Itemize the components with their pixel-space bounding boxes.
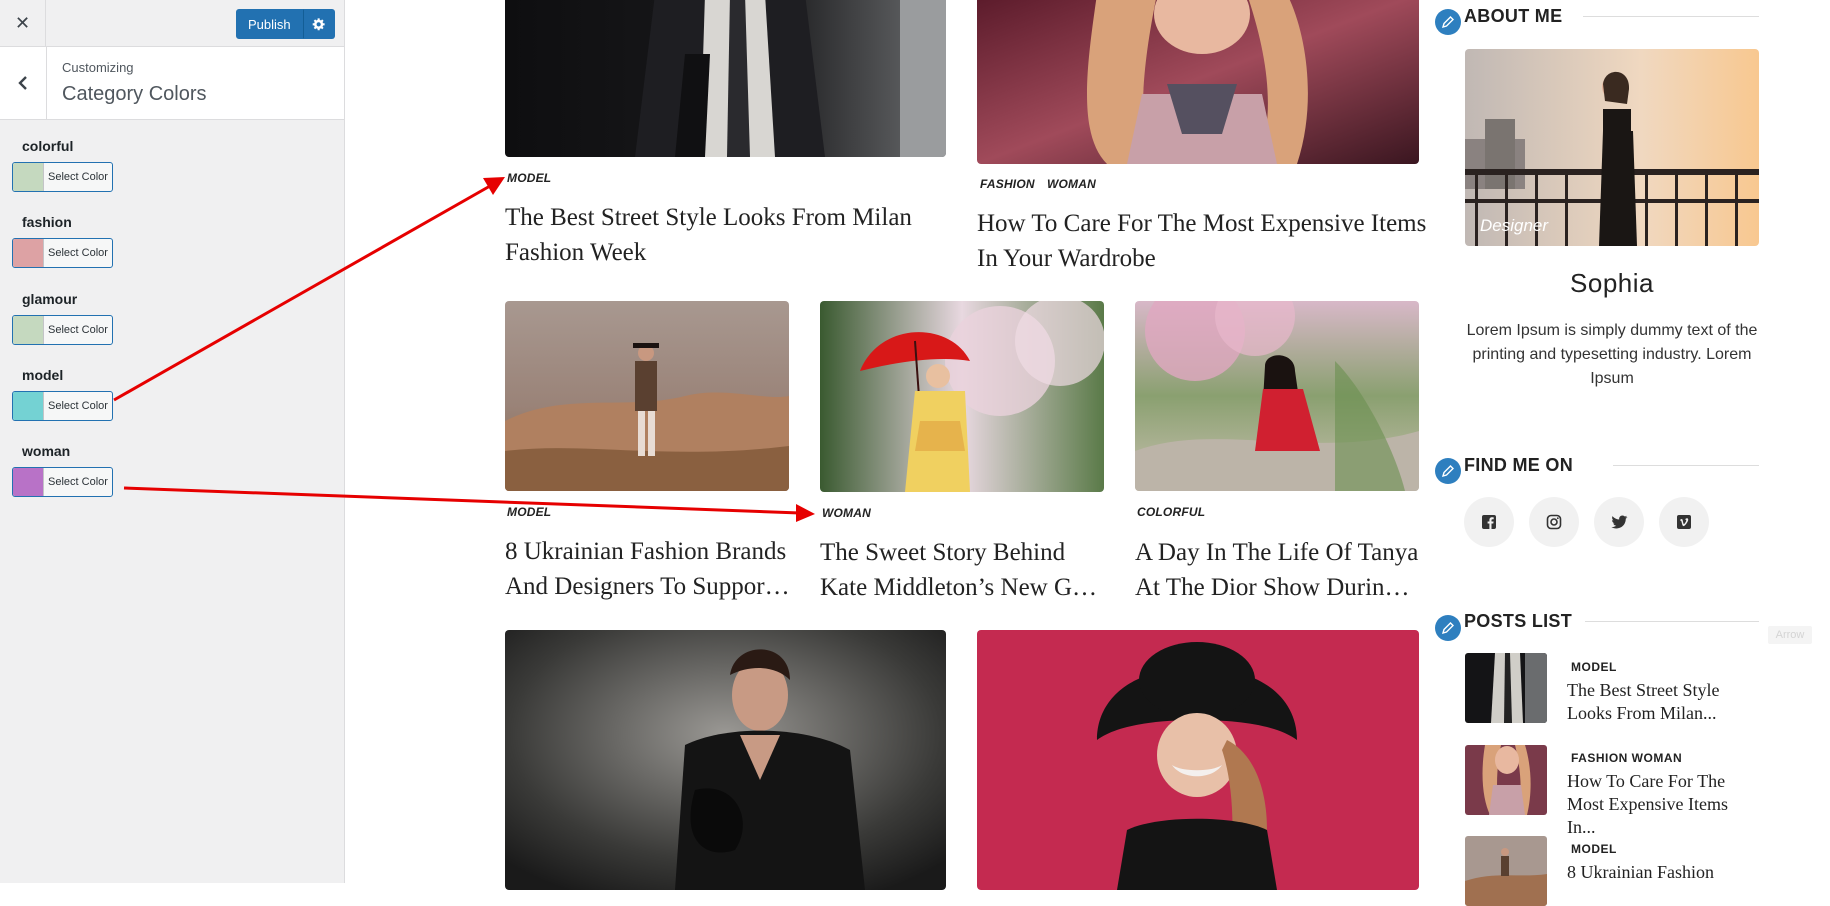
color-swatch [13, 392, 44, 420]
publish-group: Publish [236, 9, 335, 39]
divider [1585, 621, 1759, 622]
publish-settings-button[interactable] [302, 9, 335, 39]
color-control-fashion: fashion Select Color [12, 214, 113, 268]
post-title-line1[interactable]: A Day In The Life Of Tanya [1135, 535, 1435, 570]
category-tag[interactable]: WOMAN [1047, 177, 1096, 191]
select-color-label: Select Color [48, 400, 108, 412]
color-swatch [13, 239, 44, 267]
post-list-category[interactable]: MODEL [1571, 660, 1617, 674]
pencil-icon [1435, 615, 1461, 641]
post-list-thumb[interactable] [1465, 745, 1547, 815]
post-title-line1[interactable]: 8 Ukrainian Fashion Brands [505, 534, 795, 569]
category-tag[interactable]: FASHION [980, 177, 1035, 191]
find-me-on-title: FIND ME ON [1464, 455, 1573, 475]
color-control-glamour: glamour Select Color [12, 291, 113, 345]
post-title-line2[interactable]: At The Dior Show During Fashion Week [1135, 570, 1420, 605]
about-me-title: ABOUT ME [1464, 6, 1563, 26]
color-control-label: woman [22, 443, 71, 459]
post-image-expensive-items[interactable] [977, 0, 1419, 164]
gear-icon [312, 18, 325, 31]
color-control-woman: woman Select Color [12, 443, 113, 497]
post-title-line1[interactable]: The Sweet Story Behind [820, 535, 1110, 570]
author-bio: Lorem Ipsum is simply dummy text of the … [1466, 322, 1758, 387]
color-control-label: model [22, 367, 64, 383]
divider [1583, 16, 1759, 17]
posts-list-title: POSTS LIST [1464, 611, 1573, 631]
arrowhead [483, 177, 505, 195]
select-color-button[interactable]: Select Color [12, 467, 113, 497]
post-title-line2[interactable]: Kate Middleton’s New Golden Necklace [820, 570, 1102, 605]
close-customizer-button[interactable]: ✕ [0, 0, 46, 46]
customizer-panel: ✕ Publish Customizing Category Colors co… [0, 0, 345, 883]
color-control-label: fashion [22, 214, 72, 230]
post-title[interactable]: The Best Street Style Looks From Milan F… [505, 200, 935, 270]
select-color-label: Select Color [48, 476, 108, 488]
post-title[interactable]: How To Care For The Most Expensive Items… [977, 206, 1427, 276]
color-swatch [13, 468, 44, 496]
author-name: Sophia [1570, 268, 1654, 298]
customizer-header: ✕ Publish [0, 0, 344, 47]
twitter-icon [1610, 515, 1627, 528]
facebook-icon [1482, 515, 1496, 529]
divider [1613, 465, 1759, 466]
category-tag[interactable]: MODEL [507, 171, 551, 185]
section-title: Category Colors [62, 83, 207, 105]
section-header: Customizing Category Colors [0, 47, 344, 120]
faint-arrow-label: Arrow [1768, 626, 1812, 644]
color-control-label: glamour [22, 291, 78, 307]
vimeo-link[interactable] [1659, 497, 1709, 547]
vimeo-icon [1677, 515, 1691, 529]
color-control-model: model Select Color [12, 367, 113, 421]
post-list-category[interactable]: FASHION WOMAN [1571, 751, 1682, 765]
select-color-button[interactable]: Select Color [12, 162, 113, 192]
chevron-left-icon [18, 76, 27, 90]
color-swatch [13, 163, 44, 191]
post-list-title[interactable]: 8 Ukrainian Fashion [1567, 861, 1757, 884]
about-image-caption: Designer [1480, 216, 1549, 235]
select-color-label: Select Color [48, 171, 108, 183]
customizing-label: Customizing [62, 60, 134, 75]
instagram-link[interactable] [1529, 497, 1579, 547]
category-tag[interactable]: COLORFUL [1137, 505, 1205, 519]
pencil-icon [1435, 458, 1461, 484]
post-image-male-model[interactable] [505, 630, 946, 890]
select-color-button[interactable]: Select Color [12, 391, 113, 421]
post-list-thumb[interactable] [1465, 836, 1547, 906]
color-swatch [13, 316, 44, 344]
select-color-label: Select Color [48, 324, 108, 336]
category-tag[interactable]: MODEL [507, 505, 551, 519]
select-color-button[interactable]: Select Color [12, 238, 113, 268]
post-list-title[interactable]: How To Care For The Most Expensive Items… [1567, 770, 1757, 839]
color-control-label: colorful [22, 138, 74, 154]
select-color-button[interactable]: Select Color [12, 315, 113, 345]
post-list-thumb[interactable] [1465, 653, 1547, 723]
post-list-category[interactable]: MODEL [1571, 842, 1617, 856]
back-button[interactable] [0, 47, 47, 119]
pencil-icon [1435, 9, 1461, 35]
color-control-colorful: colorful Select Color [12, 138, 113, 192]
category-tag[interactable]: WOMAN [822, 506, 871, 520]
publish-button[interactable]: Publish [236, 9, 303, 39]
post-title-line2[interactable]: And Designers To Support During War [505, 569, 790, 604]
select-color-label: Select Color [48, 247, 108, 259]
arrowhead [796, 504, 815, 522]
close-icon: ✕ [14, 12, 31, 33]
post-image-ukrainian-brands[interactable] [505, 301, 789, 491]
instagram-icon [1546, 514, 1562, 530]
post-list-title[interactable]: The Best Street Style Looks From Milan..… [1567, 679, 1757, 725]
post-image-sweet-story[interactable] [820, 301, 1104, 492]
post-image-street-style[interactable] [505, 0, 946, 157]
facebook-link[interactable] [1464, 497, 1514, 547]
post-image-woman-hat[interactable] [977, 630, 1419, 890]
twitter-link[interactable] [1594, 497, 1644, 547]
post-image-day-in-life[interactable] [1135, 301, 1419, 491]
